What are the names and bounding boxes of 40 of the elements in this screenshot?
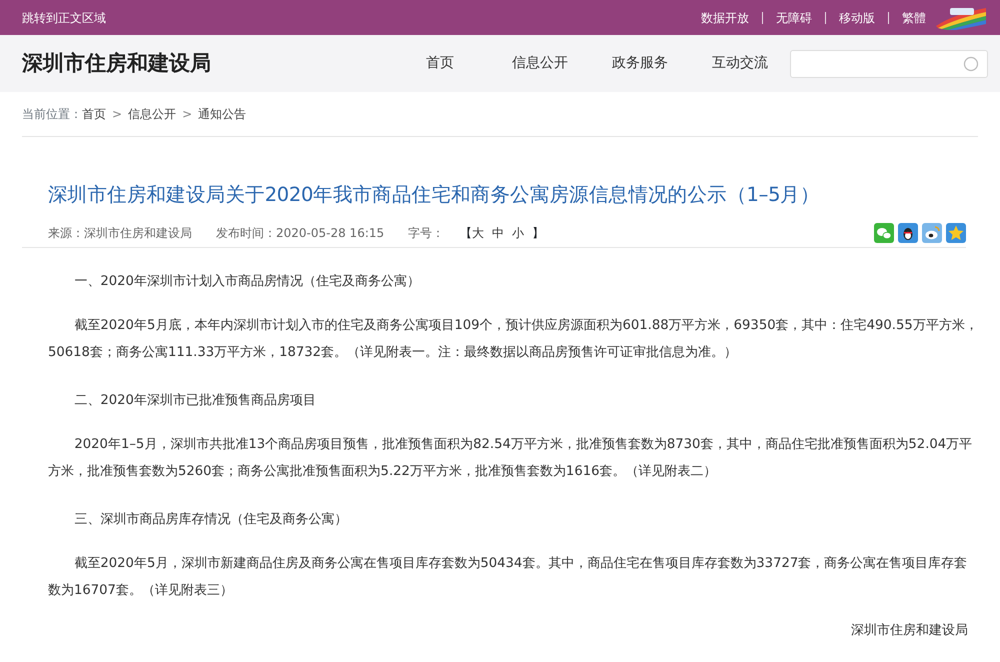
site-title: 深圳市住房和建设局 bbox=[22, 50, 212, 77]
bracket: 】 bbox=[532, 224, 544, 242]
bracket: 【 bbox=[460, 224, 472, 242]
paragraph: 截至2020年5月底，本年内深圳市计划入市的住宅及商务公寓项目109个，预计供应房源面积为601.88万平方米，69350套，其中：住宅490.55万平方米，50618套；商务公寓111.33万平方米，18732套。（详见附表一。注：最终数据以商品房预售许可证审批信息为准。） bbox=[48, 317, 978, 362]
paragraph: 截至2020年5月，深圳市新建商品住房及商务公寓在售项目库存套数为50434套。其中，商品住宅在售项目库存套数为33727套，商务公寓在售项目库存套数为16707套。（详见附表三） bbox=[48, 555, 968, 600]
meta-label: 发布时间： bbox=[216, 224, 276, 242]
skip-link[interactable]: 跳转到正文区域 bbox=[22, 8, 106, 26]
star-icon[interactable] bbox=[946, 222, 966, 243]
search-field[interactable] bbox=[790, 50, 988, 78]
nav-link[interactable]: 首页 bbox=[390, 53, 490, 74]
breadcrumb-separator: > bbox=[182, 106, 192, 123]
nav-link[interactable]: 互动交流 bbox=[690, 53, 790, 74]
nav-link[interactable]: 政务服务 bbox=[590, 53, 690, 74]
penguin-icon[interactable] bbox=[898, 222, 918, 243]
breadcrumb-separator: > bbox=[112, 106, 122, 123]
font-size-link[interactable]: 大 bbox=[472, 224, 484, 242]
top-link[interactable]: 无障碍 bbox=[776, 8, 812, 26]
breadcrumb-link[interactable]: 信息公开 bbox=[128, 105, 176, 123]
meta-label: 来源： bbox=[48, 224, 84, 242]
search-icon bbox=[963, 56, 979, 72]
font-size-link[interactable]: 中 bbox=[492, 224, 504, 242]
paragraph: 2020年1–5月，深圳市共批准13个商品房项目预售，批准预售面积为82.54万平方米，批准预售套数为8730套，其中，商品住宅批准预售面积为52.04万平方米，批准预售套数为5260套；商务公寓批准预售面积为5.22万平方米，批准预售套数为1616套。（详见附表二） bbox=[48, 436, 974, 482]
breadcrumb-link[interactable]: 通知公告 bbox=[198, 105, 246, 123]
font-size-link[interactable]: 小 bbox=[512, 224, 524, 242]
top-link[interactable]: 数据开放 bbox=[701, 8, 749, 26]
breadcrumb-label: 当前位置： bbox=[22, 106, 82, 123]
top-link[interactable]: 繁體 bbox=[902, 8, 926, 26]
breadcrumb-link[interactable]: 首页 bbox=[82, 105, 106, 123]
rainbow-logo-icon[interactable] bbox=[934, 6, 988, 30]
top-link[interactable]: 移动版 bbox=[839, 8, 875, 26]
source-text: 深圳市住房和建设局 bbox=[84, 224, 192, 242]
section-heading: 二、2020年深圳市已批准预售商品房项目 bbox=[73, 392, 317, 410]
weibo-icon[interactable] bbox=[922, 222, 942, 243]
signature: 深圳市住房和建设局 bbox=[850, 622, 968, 640]
meta-label: 字号： bbox=[408, 224, 444, 242]
nav-link[interactable]: 信息公开 bbox=[490, 53, 590, 74]
section-heading: 三、深圳市商品房库存情况（住宅及商务公寓） bbox=[73, 511, 348, 530]
publish-time: 2020-05-28 16:15 bbox=[276, 224, 384, 242]
section-heading: 一、2020年深圳市计划入市商品房情况（住宅及商务公寓） bbox=[73, 273, 421, 292]
article-title: 深圳市住房和建设局关于2020年我市商品住宅和商务公寓房源信息情况的公示（1–5月） bbox=[48, 183, 821, 206]
